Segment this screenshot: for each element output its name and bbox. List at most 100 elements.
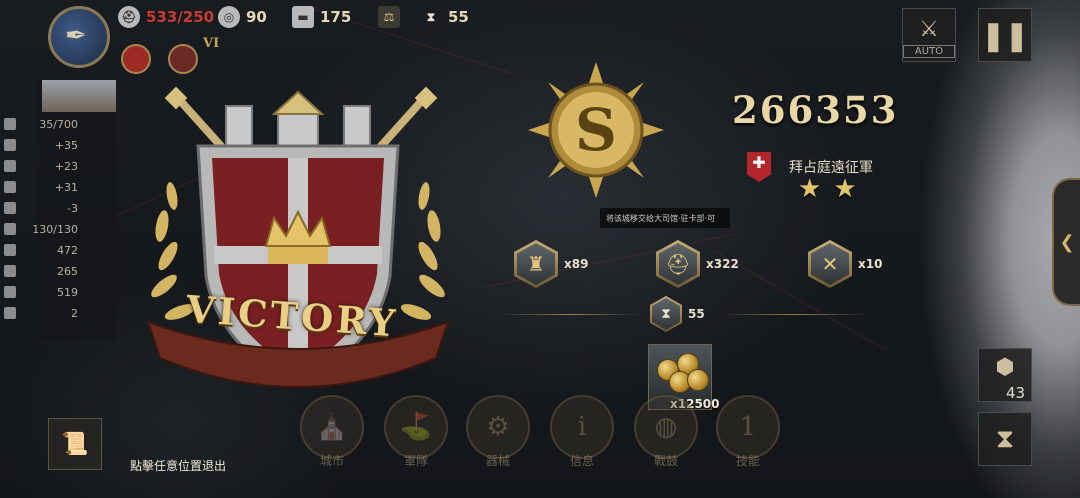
menu-city-button[interactable]: ⛪ xyxy=(300,395,364,459)
menu-info-label: 信息 xyxy=(570,454,595,468)
stat-icon xyxy=(4,223,16,235)
menu-siege-button[interactable]: ⚙ xyxy=(466,395,530,459)
menu-army-label: 軍隊 xyxy=(404,454,429,468)
crossed-arrows-icon: ✕ xyxy=(811,243,849,285)
reward-helmet: ⛑ x322 xyxy=(656,240,739,288)
stat-row: 472 xyxy=(4,240,78,260)
scales-icon: ⚖ xyxy=(378,6,400,28)
score-medal-icon: S xyxy=(528,62,664,198)
stat-value: +31 xyxy=(54,180,78,194)
drum-icon: ◍ xyxy=(654,412,678,442)
helmet-icon: ⛑ xyxy=(118,6,140,28)
menu-skill-button[interactable]: 1 xyxy=(716,395,780,459)
reward-turns: ⧗ 55 xyxy=(650,296,705,332)
hourglass-icon: ⧗ xyxy=(426,9,436,24)
stat-icon xyxy=(4,244,16,256)
stat-value: +23 xyxy=(54,159,78,173)
scales-icon-box[interactable]: ⚖ xyxy=(378,6,406,28)
battle-score: 266353 xyxy=(732,88,899,132)
stat-row: +31 xyxy=(4,177,78,197)
coin-icon: ◎ xyxy=(218,6,240,28)
victory-banner: VICTORY xyxy=(152,287,432,346)
stat-icon xyxy=(4,139,16,151)
stat-row: -3 xyxy=(4,198,78,218)
svg-text:S: S xyxy=(575,96,617,164)
stat-value: -3 xyxy=(67,201,78,215)
skill-badge-icon: 1 xyxy=(739,412,757,442)
stat-row: +23 xyxy=(4,156,78,176)
star-icon: ★ xyxy=(798,174,822,204)
stat-value: 35/700 xyxy=(39,117,78,131)
menu-info-button[interactable]: i xyxy=(550,395,614,459)
rank-label: VI xyxy=(203,36,220,51)
stat-value: +35 xyxy=(54,138,78,152)
map-icon: ⛳ xyxy=(399,412,433,442)
battle-result-screen[interactable]: ✒ ⛑ 533/250 ◎ 90 ▬ 175 ⚖ ⧗ 55 VI 35/700 +… xyxy=(0,0,1080,498)
quill-icon: ✒ xyxy=(65,21,87,51)
menu-drum-button[interactable]: ◍ xyxy=(634,395,698,459)
stat-row: 519 xyxy=(4,282,78,302)
stat-value: 472 xyxy=(57,243,78,257)
pause-icon: ❚❚ xyxy=(981,18,1029,52)
reward-city: ♜ x89 xyxy=(514,240,588,288)
ingot-icon: ▬ xyxy=(292,6,314,28)
hourglass-icon: ⧗ xyxy=(652,298,680,330)
city-icon: ♜ xyxy=(517,243,555,285)
crossed-swords-icon: ⚔ xyxy=(919,16,939,42)
hexagons-icon: ⬢ xyxy=(995,355,1015,380)
iron-counter: ▬ 175 xyxy=(292,6,351,28)
hourglass-icon: ⧗ xyxy=(995,423,1015,454)
map-tooltip: 将该城移交给大司馆·驻卡部·可 xyxy=(600,208,730,228)
stat-row: +35 xyxy=(4,135,78,155)
stat-icon xyxy=(4,160,16,172)
stat-row: 265 xyxy=(4,261,78,281)
hex-count: 43 xyxy=(1006,384,1026,402)
stat-value: 2 xyxy=(71,306,78,320)
cathedral-icon: ⛪ xyxy=(315,412,349,442)
pause-button[interactable]: ❚❚ xyxy=(978,8,1032,62)
star-icon: ★ xyxy=(833,174,857,204)
divider-line xyxy=(500,314,640,315)
stat-icon xyxy=(4,181,16,193)
scroll-map-button[interactable]: 📜 xyxy=(48,418,102,470)
scroll-icon: 📜 xyxy=(61,431,89,457)
stat-value: 265 xyxy=(57,264,78,278)
stat-row: 2 xyxy=(4,303,78,323)
turn-counter: ⧗ 55 xyxy=(420,6,469,28)
crown-icon xyxy=(264,209,332,264)
player-portrait[interactable]: ✒ xyxy=(48,6,110,68)
menu-skill-label: 技能 xyxy=(736,454,761,468)
menu-siege-label: 器械 xyxy=(486,454,511,468)
divider-line xyxy=(720,314,870,315)
menu-drum-label: 戰鼓 xyxy=(654,454,679,468)
stat-row: 130/130 xyxy=(4,219,78,239)
general-avatar[interactable] xyxy=(168,44,198,74)
city-thumbnail xyxy=(42,80,116,112)
stat-value: 130/130 xyxy=(32,222,78,236)
cross-flag-icon: ✚ xyxy=(747,152,771,182)
menu-army-button[interactable]: ⛳ xyxy=(384,395,448,459)
exit-hint: 點擊任意位置退出 xyxy=(130,459,227,473)
auto-battle-button[interactable]: ⚔ AUTO xyxy=(902,8,956,62)
helmet-icon: ⛑ xyxy=(659,243,697,285)
menu-city-label: 城市 xyxy=(320,454,345,468)
side-panel-toggle[interactable]: ❮ xyxy=(1052,178,1080,306)
stat-value: 519 xyxy=(57,285,78,299)
stat-icon xyxy=(4,265,16,277)
star-rating: ★ ★ xyxy=(798,176,857,202)
victory-title: VICTORY xyxy=(184,286,400,346)
reward-arrows: ✕ x10 xyxy=(808,240,882,288)
stat-row: 35/700 xyxy=(4,114,78,134)
stat-icon xyxy=(4,118,16,130)
stat-icon xyxy=(4,202,16,214)
silver-counter: ◎ 90 xyxy=(218,6,267,28)
troops-counter: ⛑ 533/250 xyxy=(118,6,214,28)
end-turn-button[interactable]: ⧗ xyxy=(978,412,1032,466)
stat-icon xyxy=(4,286,16,298)
info-icon: i xyxy=(577,412,587,442)
general-avatar[interactable] xyxy=(121,44,151,74)
victory-shield-emblem xyxy=(146,86,450,388)
catapult-icon: ⚙ xyxy=(486,412,510,442)
chevron-left-icon: ❮ xyxy=(1059,231,1075,253)
coin-icon xyxy=(687,369,709,391)
